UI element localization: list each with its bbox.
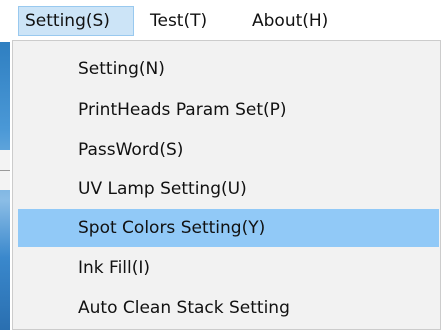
- menu-item-label: PassWord(S): [78, 140, 184, 160]
- menu-item-label: PrintHeads Param Set(P): [78, 100, 287, 120]
- menu-item-label: Setting(N): [78, 59, 165, 79]
- menu-item-ink-fill[interactable]: Ink Fill(I): [13, 249, 440, 287]
- menu-item-label: UV Lamp Setting(U): [78, 179, 247, 199]
- menu-item-uv-lamp-setting[interactable]: UV Lamp Setting(U): [13, 170, 440, 208]
- menu-test[interactable]: Test(T): [150, 6, 207, 36]
- menu-item-spot-colors-setting[interactable]: Spot Colors Setting(Y): [18, 209, 439, 247]
- setting-dropdown-menu: Setting(N) PrintHeads Param Set(P) PassW…: [12, 40, 441, 330]
- menu-test-label: Test(T): [150, 11, 208, 31]
- menu-bar: Setting(S) Test(T) About(H): [0, 0, 441, 42]
- menu-item-label: Spot Colors Setting(Y): [78, 218, 266, 238]
- menu-item-label: Ink Fill(I): [78, 258, 151, 278]
- background-window-divider: [0, 170, 10, 171]
- menu-item-setting[interactable]: Setting(N): [13, 50, 440, 88]
- menu-about-label: About(H): [252, 11, 329, 31]
- menu-about[interactable]: About(H): [252, 6, 328, 36]
- menu-item-password[interactable]: PassWord(S): [13, 131, 440, 169]
- menu-item-auto-clean-stack-setting[interactable]: Auto Clean Stack Setting: [13, 289, 440, 327]
- menu-setting[interactable]: Setting(S): [18, 6, 134, 36]
- menu-item-printheads-param-set[interactable]: PrintHeads Param Set(P): [13, 91, 440, 129]
- menu-item-label: Auto Clean Stack Setting: [78, 298, 290, 318]
- menu-setting-label: Setting(S): [25, 11, 110, 31]
